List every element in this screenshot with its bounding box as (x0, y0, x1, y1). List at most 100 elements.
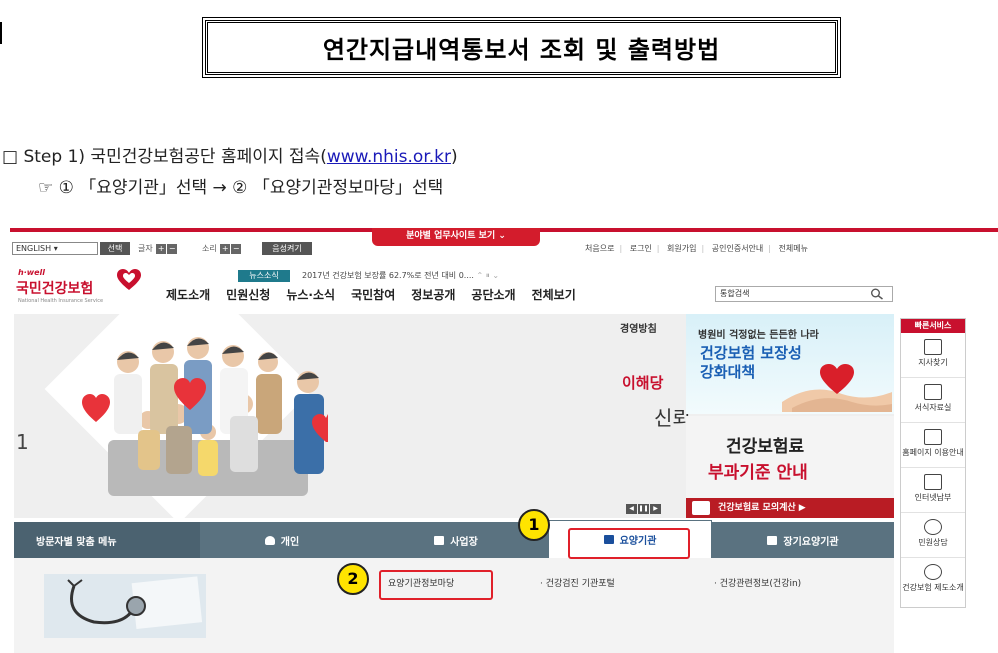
nav-item-civil[interactable]: 민원신청 (226, 286, 270, 303)
step-line: □ Step 1) 국민건강보험공단 홈페이지 접속(www.nhis.or.k… (2, 142, 458, 167)
logo-subtitle: National Health Insurance Service (18, 298, 104, 304)
quick-item-label: 홈페이지 이용안내 (902, 448, 964, 457)
nav-item-about[interactable]: 공단소개 (471, 286, 515, 303)
text-size-plus-button[interactable]: + (156, 244, 167, 254)
step-prefix: □ Step 1) 국민건강보험공단 홈페이지 접속( (2, 147, 327, 167)
highlight-provider-info (379, 570, 493, 600)
util-link-cert[interactable]: 공인인증서안내 (712, 244, 764, 253)
quick-item-payment[interactable]: 인터넷납부 (901, 468, 965, 513)
ticker-controls-icon[interactable]: ⌃ ⏸ ⌄ (477, 271, 500, 280)
step-badge-2: 2 (337, 563, 369, 595)
document-title: 연간지급내역통보서 조회 및 출력방법 (202, 17, 841, 78)
quick-item-label: 지사찾기 (918, 358, 948, 367)
util-link-allmenu[interactable]: 전체메뉴 (779, 244, 808, 253)
heartbeat-icon (924, 564, 942, 580)
quick-item-label: 인터넷납부 (914, 493, 952, 502)
quick-item-counsel[interactable]: 민원상담 (901, 513, 965, 558)
visitor-tab-bar: 방문자별 맞춤 메뉴 개인 사업장 요양기관 장기요양기관 (14, 520, 894, 558)
next-icon[interactable]: ▶ (650, 504, 661, 514)
quick-service-panel: 빠른서비스 지사찾기 서식자료실 홈페이지 이용안내 인터넷납부 민원상담 건강… (900, 318, 966, 608)
highlight-provider-tab (568, 528, 690, 559)
search-input[interactable]: 통합검색 (715, 286, 893, 302)
main-nav: 제도소개 민원신청 뉴스·소식 국민참여 정보공개 공단소개 전체보기 (166, 286, 592, 303)
text-size-minus-button[interactable]: − (167, 244, 178, 254)
prev-icon[interactable]: ◀ (626, 504, 637, 514)
news-ticker[interactable]: 2017년 건강보험 보장률 62.7%로 전년 대비 0.... ⌃ ⏸ ⌄ (302, 270, 499, 282)
hero-slider-controls: ◀ ❚❚ ▶ (626, 504, 662, 514)
text-cursor (0, 22, 2, 44)
util-link-login[interactable]: 로그인 (630, 244, 652, 253)
sound-plus-button[interactable]: + (220, 244, 231, 254)
stethoscope-image (44, 574, 206, 638)
calculator-icon (692, 501, 710, 515)
utility-links: 처음으로 | 로그인 | 회원가입 | 공인인증서안내 | 전체메뉴 (585, 242, 813, 255)
instruction-line: ☞ ① 「요양기관」선택 → ② 「요양기관정보마당」선택 (38, 178, 444, 198)
util-sep: | (768, 244, 771, 253)
nav-item-participation[interactable]: 국민참여 (351, 286, 395, 303)
sound-label: 소리 (202, 244, 217, 253)
region-site-button[interactable]: 분야별 업무사이트 보기 ⌄ (372, 228, 540, 246)
language-value: ENGLISH (16, 244, 52, 253)
nav-item-all[interactable]: 전체보기 (532, 286, 576, 303)
language-select[interactable]: ENGLISH ▾ (12, 242, 98, 255)
search-icon[interactable] (870, 288, 884, 300)
nhis-logo[interactable]: h·well 국민건강보험 National Health Insurance … (16, 268, 146, 312)
headset-icon (924, 519, 942, 535)
news-ticker-text: 2017년 건강보험 보장률 62.7%로 전년 대비 0.... (302, 271, 474, 280)
medical-kit-icon (767, 535, 778, 545)
nhis-url-link[interactable]: www.nhis.or.kr (327, 147, 451, 167)
heart-logo-icon (117, 269, 141, 290)
util-link-join[interactable]: 회원가입 (667, 244, 696, 253)
hero-red-text: 이해당 (622, 374, 664, 392)
logo-name: 국민건강보험 (16, 281, 94, 297)
quick-item-label: 건강보험 제도소개 (902, 583, 964, 592)
logo-tagline: h·well (18, 268, 46, 277)
hero-heading: 경영방침 (620, 324, 657, 335)
pause-icon[interactable]: ❚❚ (638, 504, 649, 514)
voice-toggle-button[interactable]: 음성켜기 (262, 242, 312, 255)
quick-item-system[interactable]: 건강보험 제도소개 (901, 558, 965, 603)
person-icon (264, 535, 275, 545)
tab-business-label: 사업장 (450, 536, 478, 548)
util-link-home[interactable]: 처음으로 (585, 244, 614, 253)
coverage-banner[interactable]: 병원비 걱정없는 든든한 나라 건강보험 보장성 강화대책 (686, 314, 894, 414)
coverage-banner-line3: 강화대책 (700, 363, 756, 381)
sound-minus-button[interactable]: − (231, 244, 242, 254)
premium-calc-bar[interactable]: 건강보험료 모의계산 ▶ (686, 498, 894, 518)
tab-personal-label: 개인 (280, 536, 300, 548)
language-select-button[interactable]: 선택 (100, 242, 130, 255)
sound-control: 소리 + − (202, 242, 242, 255)
util-sep: | (619, 244, 623, 253)
hero-left-text: 1 (16, 430, 29, 454)
sublink-health-info[interactable]: · 건강관련정보(건강in) (714, 576, 801, 589)
step-badge-1: 1 (518, 509, 550, 541)
premium-banner-line2: 부과기준 안내 (708, 463, 808, 483)
quick-item-branch[interactable]: 지사찾기 (901, 333, 965, 378)
text-size-label: 글자 (138, 244, 153, 253)
nav-item-news[interactable]: 뉴스·소식 (286, 286, 335, 303)
nav-item-disclosure[interactable]: 정보공개 (411, 286, 455, 303)
building-icon (434, 535, 445, 545)
news-badge[interactable]: 뉴스소식 (238, 270, 290, 282)
tab-visitor-menu: 방문자별 맞춤 메뉴 (14, 522, 200, 558)
tab-longterm[interactable]: 장기요양기관 (712, 522, 894, 558)
chevron-down-icon: ⌄ (498, 231, 506, 241)
nhis-homepage-screenshot: 분야별 업무사이트 보기 ⌄ ENGLISH ▾ 선택 글자 + − 소리 + − … (10, 228, 998, 653)
document-search-icon (924, 384, 942, 400)
quick-item-guide[interactable]: 홈페이지 이용안내 (901, 423, 965, 468)
pages-icon (924, 429, 942, 445)
sublink-checkup-portal[interactable]: · 건강검진 기관포털 (540, 576, 615, 589)
hands-heart-image (782, 364, 892, 412)
util-sep: | (656, 244, 660, 253)
tab-personal[interactable]: 개인 (200, 522, 364, 558)
nav-item-system[interactable]: 제도소개 (166, 286, 210, 303)
coverage-banner-line2: 건강보험 보장성 (700, 344, 802, 362)
tab-longterm-label: 장기요양기관 (783, 536, 839, 548)
building-icon (924, 339, 942, 355)
quick-item-forms[interactable]: 서식자료실 (901, 378, 965, 423)
family-photo (82, 337, 328, 496)
util-sep: | (701, 244, 705, 253)
premium-banner[interactable]: 건강보험료 부과기준 안내 건강보험료 모의계산 ▶ (686, 416, 894, 518)
region-site-label: 분야별 업무사이트 보기 (406, 231, 496, 241)
quick-item-label: 서식자료실 (914, 403, 952, 412)
